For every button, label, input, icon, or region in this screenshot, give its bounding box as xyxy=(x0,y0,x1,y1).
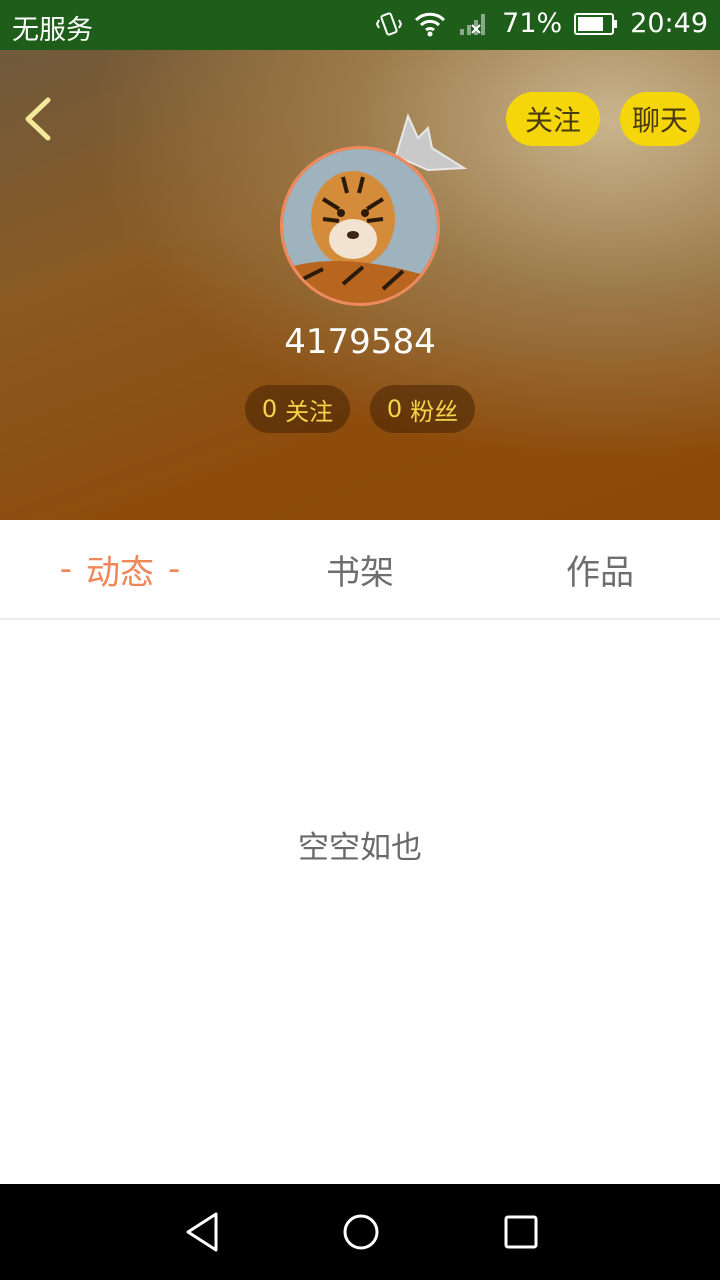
nav-home-button[interactable] xyxy=(335,1206,387,1258)
fans-count-button[interactable]: 0 粉丝 xyxy=(370,385,475,433)
carrier-text: 无服务 xyxy=(12,15,93,46)
following-label: 关注 xyxy=(285,397,334,426)
tab-works[interactable]: 作品 xyxy=(480,520,720,618)
tab-bookshelf[interactable]: 书架 xyxy=(240,520,480,618)
chat-button[interactable]: 聊天 xyxy=(620,92,700,146)
nav-recents-button[interactable] xyxy=(495,1206,547,1258)
triangle-back-icon xyxy=(186,1212,218,1252)
tab-indicator-left: - xyxy=(59,549,72,589)
avatar[interactable] xyxy=(280,146,440,306)
following-count: 0 xyxy=(261,395,278,423)
circle-home-icon xyxy=(343,1214,379,1250)
status-icons: 71% 20:49 xyxy=(376,8,708,39)
tab-activity[interactable]: - 动态 - xyxy=(0,520,240,618)
following-count-button[interactable]: 0 关注 xyxy=(245,385,350,433)
signal-icon xyxy=(458,11,490,37)
tiger-avatar-image xyxy=(283,149,437,303)
profile-tabs: - 动态 - 书架 作品 xyxy=(0,520,720,620)
square-recents-icon xyxy=(504,1215,538,1249)
nav-back-button[interactable] xyxy=(176,1206,228,1258)
system-nav-bar xyxy=(0,1184,720,1280)
chevron-left-icon xyxy=(25,97,51,141)
battery-percent: 71% xyxy=(502,8,563,39)
wifi-icon xyxy=(414,11,446,37)
tab-label: 作品 xyxy=(566,552,634,593)
profile-header: 关注 聊天 4179584 0 关注 0 粉丝 xyxy=(0,50,720,520)
empty-state-text: 空空如也 xyxy=(298,830,422,866)
tab-label: 动态 xyxy=(86,552,154,593)
clock: 20:49 xyxy=(630,8,708,39)
vibrate-icon xyxy=(376,11,403,37)
user-id: 4179584 xyxy=(284,322,436,362)
fans-label: 粉丝 xyxy=(410,397,459,426)
battery-icon xyxy=(574,12,618,36)
status-bar: 无服务 71% 20:49 xyxy=(0,0,720,50)
back-button[interactable] xyxy=(18,94,58,144)
tab-label: 书架 xyxy=(326,552,394,593)
tab-indicator-right: - xyxy=(168,549,181,589)
follow-button[interactable]: 关注 xyxy=(506,92,600,146)
fans-count: 0 xyxy=(386,395,403,423)
